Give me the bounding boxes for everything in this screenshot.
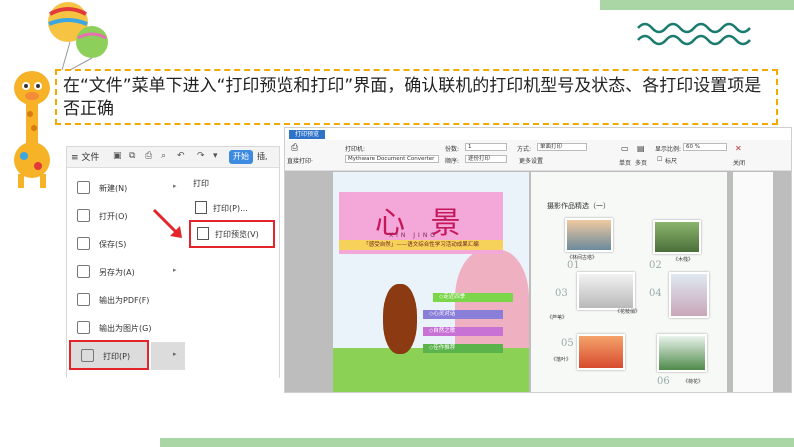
order-select[interactable]: 逐份打印 bbox=[465, 155, 507, 163]
save-icon bbox=[77, 237, 90, 250]
direct-print-button[interactable]: 直接打印· bbox=[287, 156, 313, 165]
print-preview-toolbar: ⎙ 直接打印· 打印机: Mythware Document Converter… bbox=[285, 140, 791, 171]
photo-caption: 《林间古塔》 bbox=[567, 255, 598, 261]
photo-boardwalk bbox=[653, 220, 701, 254]
submenu-item-print[interactable]: 打印(P)... bbox=[189, 196, 275, 220]
red-arrow-icon bbox=[152, 208, 182, 238]
cover-menu-item: ◇佳作推荐 bbox=[423, 344, 503, 353]
mode-label: 方式: bbox=[517, 146, 532, 153]
file-menu: 新建(N) ▸ 打开(O) 保存(S) 另存为(A) ▸ 输出为PDF(F) 输… bbox=[67, 168, 186, 379]
single-page-button[interactable]: 单页 bbox=[619, 158, 631, 167]
photo-leaves bbox=[577, 334, 625, 370]
save-icon[interactable]: ▣ bbox=[113, 151, 123, 161]
photo-number: 06 bbox=[657, 376, 670, 387]
print-submenu: 打印 打印(P)... 打印预览(V) bbox=[185, 168, 279, 379]
ruler-label: 标尺 bbox=[665, 158, 678, 165]
print-preview-screenshot: 打印预览 ⎙ 直接打印· 打印机: Mythware Document Conv… bbox=[284, 127, 792, 393]
copies-label: 份数: bbox=[445, 146, 460, 153]
chevron-right-icon: ▸ bbox=[173, 182, 177, 190]
printer-icon: ⎙ bbox=[291, 143, 299, 153]
instruction-caption: 在“文件”菜单下进入“打印预览和打印”界面，确认联机的打印机型号及状态、各打印设… bbox=[55, 69, 778, 125]
printer-select[interactable]: Mythware Document Converter bbox=[345, 155, 439, 163]
violin-image bbox=[383, 284, 417, 354]
photo-caption: 《芦苇》 bbox=[547, 315, 568, 321]
photo-lotus bbox=[657, 334, 707, 372]
photo-caption: 《落叶》 bbox=[551, 357, 572, 363]
print-preview-tab[interactable]: 打印预览 bbox=[289, 130, 325, 139]
cover-subtitle: 「感受自然」——语文综合性学习活动成果汇编 bbox=[339, 240, 503, 250]
photo-number: 03 bbox=[555, 288, 568, 299]
pdf-icon bbox=[77, 293, 90, 306]
balloons-illustration bbox=[48, 2, 108, 70]
printer-label: 打印机: bbox=[345, 146, 366, 153]
file-menu-button[interactable]: ≡ 文件 bbox=[71, 150, 105, 164]
print-submenu-arrow[interactable]: ▸ bbox=[151, 342, 185, 370]
image-icon bbox=[77, 321, 90, 334]
cover-pinyin: XIN JING bbox=[389, 232, 438, 239]
save-as-icon bbox=[77, 265, 90, 278]
photo-reeds bbox=[577, 272, 635, 310]
photo-number: 02 bbox=[649, 260, 662, 271]
new-file-icon bbox=[77, 181, 90, 194]
top-accent-bar bbox=[600, 0, 794, 10]
zoom-select[interactable]: 60 % bbox=[683, 143, 727, 151]
photo-caption: 《荷花》 bbox=[683, 379, 704, 385]
menu-item-new[interactable]: 新建(N) ▸ bbox=[67, 174, 185, 202]
redo-icon[interactable]: ↷ bbox=[197, 151, 207, 161]
preview-page-next bbox=[733, 172, 773, 392]
copies-input[interactable]: 1 bbox=[465, 143, 507, 151]
grass-field bbox=[333, 348, 529, 392]
ruler-checkbox[interactable]: ☐ bbox=[657, 156, 662, 163]
print-icon[interactable]: ⎙ bbox=[145, 151, 155, 161]
cover-menu-item: ◇自然之歌 bbox=[423, 327, 503, 336]
menu-item-export-image[interactable]: 输出为图片(G) bbox=[67, 314, 185, 342]
photo-page-heading: 摄影作品精选（一） bbox=[547, 202, 610, 210]
open-folder-icon bbox=[77, 209, 90, 222]
close-icon[interactable]: ✕ bbox=[735, 144, 742, 153]
bottom-accent-bar bbox=[160, 438, 794, 447]
printer-icon bbox=[81, 349, 94, 362]
cover-menu-item: ◇心灵对话 bbox=[423, 310, 503, 319]
photo-number: 05 bbox=[561, 338, 574, 349]
photo-number: 01 bbox=[567, 260, 580, 271]
cover-menu-item: ◇走近四季 bbox=[433, 293, 513, 302]
menu-item-save-as[interactable]: 另存为(A) ▸ bbox=[67, 258, 185, 286]
photo-tower bbox=[565, 218, 613, 252]
photo-number: 04 bbox=[649, 288, 662, 299]
app-toolbar: ≡ 文件 ▣ ⧉ ⎙ ⌕ ↶ ↷ ▾ 开始 插, bbox=[67, 147, 279, 168]
submenu-title: 打印 bbox=[193, 179, 209, 188]
menu-item-export-pdf[interactable]: 输出为PDF(F) bbox=[67, 286, 185, 314]
submenu-item-print-preview[interactable]: 打印预览(V) bbox=[189, 220, 275, 248]
chevron-right-icon: ▸ bbox=[173, 350, 177, 358]
photo-caption: 《木栈》 bbox=[673, 257, 694, 263]
preview-icon[interactable]: ⌕ bbox=[161, 151, 171, 161]
file-menu-screenshot: ≡ 文件 ▣ ⧉ ⎙ ⌕ ↶ ↷ ▾ 开始 插, 新建(N) ▸ 打开(O) 保… bbox=[66, 146, 280, 379]
close-button[interactable]: 关闭 bbox=[733, 158, 745, 167]
more-settings-button[interactable]: 更多设置 bbox=[519, 156, 543, 165]
dropdown-icon[interactable]: ▾ bbox=[213, 151, 223, 161]
mode-select[interactable]: 单面打印 bbox=[537, 143, 587, 151]
order-label: 顺序: bbox=[445, 158, 460, 165]
print-preview-icon bbox=[197, 227, 209, 240]
printer-icon bbox=[195, 201, 207, 214]
undo-icon[interactable]: ↶ bbox=[177, 151, 187, 161]
zoom-label: 显示比例: bbox=[655, 146, 682, 153]
export-icon[interactable]: ⧉ bbox=[129, 151, 139, 161]
menu-item-print[interactable]: 打印(P) bbox=[69, 340, 149, 370]
start-tab[interactable]: 开始 bbox=[229, 150, 253, 164]
photo-flowers bbox=[669, 272, 709, 318]
single-page-icon: ▭ bbox=[621, 144, 629, 153]
chevron-right-icon: ▸ bbox=[173, 266, 177, 274]
photo-caption: 《花枝俏》 bbox=[615, 309, 641, 315]
insert-tab[interactable]: 插, bbox=[257, 151, 268, 162]
multi-page-icon: ▤ bbox=[637, 144, 645, 153]
giraffe-illustration bbox=[14, 71, 50, 188]
multi-page-button[interactable]: 多页 bbox=[635, 158, 647, 167]
wave-decoration bbox=[637, 22, 751, 46]
